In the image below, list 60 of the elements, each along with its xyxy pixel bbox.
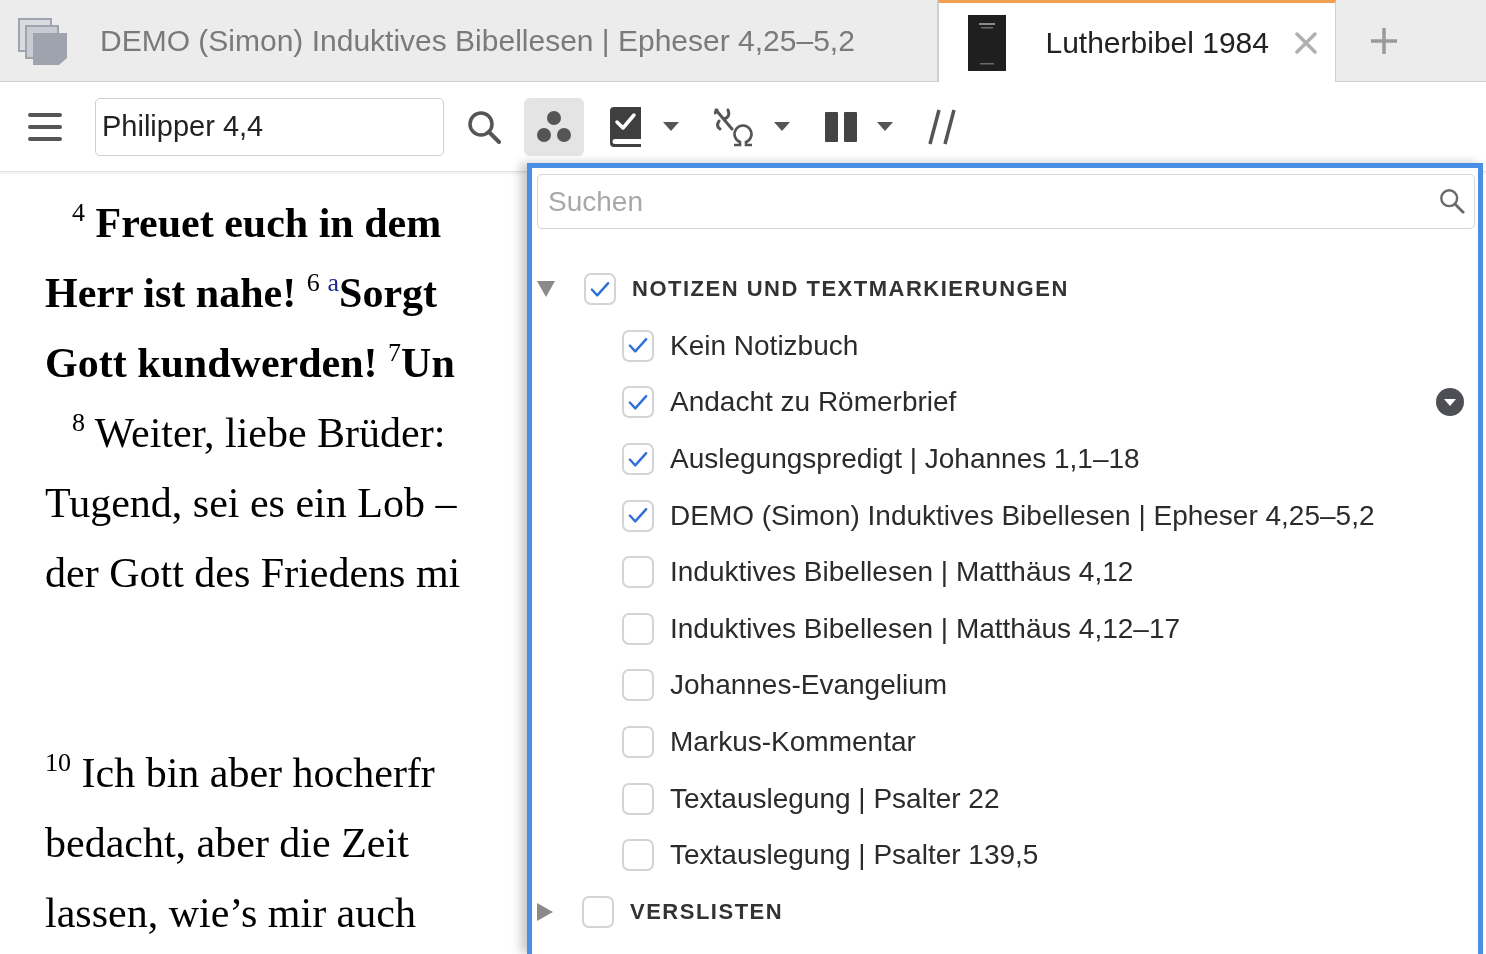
bible-text-line: Gott kundwerden! $^{7}$Un (45, 337, 455, 388)
checkbox[interactable] (622, 499, 654, 532)
caret-icon (774, 121, 790, 132)
checkbox[interactable] (622, 782, 654, 815)
bible-text-line: Herr ist nahe! $^{6}$ $^{a}$Sorgt (45, 267, 438, 318)
caret-down-circle-icon[interactable] (1436, 388, 1464, 417)
checkbox[interactable] (622, 726, 654, 759)
tab[interactable]: Lutherbibel 1984 (938, 0, 1336, 82)
visual-filter-button[interactable] (524, 97, 584, 156)
bible-text-line: $^{4}$ Freuet euch in dem (71, 197, 442, 248)
search-icon[interactable] (1439, 188, 1465, 214)
item-label: Johannes-Evangelium (670, 669, 948, 702)
tab-label: DEMO (Simon) Induktives Bibellesen | Epheser 4,25–5,2 (100, 23, 855, 58)
dots-icon (536, 109, 572, 144)
item-label: Andacht zu Römerbrief (670, 386, 957, 419)
checkbox[interactable] (622, 612, 654, 645)
search-field[interactable]: Suchen (537, 174, 1475, 229)
book-cover-icon (968, 14, 1007, 71)
item-label: Auslegungspredigt | Johannes 1,1–18 (670, 443, 1140, 476)
check-icon (628, 450, 648, 468)
checkbox[interactable] (584, 273, 616, 306)
item-label: Textauslegung | Psalter 139,5 (670, 839, 1039, 872)
check-icon (628, 394, 648, 411)
item-label: DEMO (Simon) Induktives Bibellesen | Epheser 4,25–5,2 (670, 499, 1375, 532)
tab-label: Lutherbibel 1984 (1045, 25, 1269, 60)
bible-text-line: $^{10}$ Ich bin aber hocherfr (45, 747, 435, 798)
footnote-link[interactable]: a (327, 268, 340, 298)
check-icon (590, 280, 610, 298)
group-label: NOTIZEN UND TEXTMARKIERUNGEN (632, 276, 1069, 303)
disclosure-triangle-icon[interactable] (537, 902, 553, 921)
item-label: Markus-Kommentar (670, 726, 916, 759)
menu-icon[interactable] (28, 112, 62, 141)
columns-icon (825, 111, 857, 142)
item-label: Induktives Bibellesen | Matthäus 4,12–17 (670, 612, 1181, 645)
caret-icon (877, 121, 893, 132)
group-label: VERSLISTEN (630, 898, 784, 925)
search-icon (467, 109, 501, 144)
item-label: Induktives Bibellesen | Matthäus 4,12 (670, 556, 1134, 589)
checkbox[interactable] (582, 895, 614, 928)
checkbox[interactable] (622, 386, 654, 419)
caret-icon (663, 121, 679, 132)
bible-text-line: bedacht, aber die Zeit (45, 819, 409, 868)
bible-text-line: lassen, wie’s mir auch (45, 889, 416, 938)
checkbox[interactable] (622, 839, 654, 872)
item-label: Textauslegung | Psalter 22 (670, 782, 1000, 815)
checkbox[interactable] (622, 443, 654, 476)
checkbox[interactable] (622, 669, 654, 702)
check-icon (628, 337, 648, 355)
item-label: Kein Notizbuch (670, 329, 859, 362)
checkbox[interactable] (622, 329, 654, 362)
checkbox[interactable] (622, 556, 654, 589)
bible-text-line: der Gott des Friedens mi (45, 549, 461, 598)
disclosure-triangle-icon[interactable] (537, 281, 555, 298)
book-check-icon (607, 106, 643, 147)
check-icon (628, 507, 648, 525)
slashes-icon (928, 108, 956, 145)
bible-text-line: $^{8}$ Weiter, liebe Brüder: (71, 407, 446, 458)
bible-text-line: Tugend, sei es ein Lob – (45, 479, 457, 528)
reference-field[interactable]: Philipper 4,4 (95, 97, 444, 156)
aleph-omega-icon (714, 106, 754, 147)
